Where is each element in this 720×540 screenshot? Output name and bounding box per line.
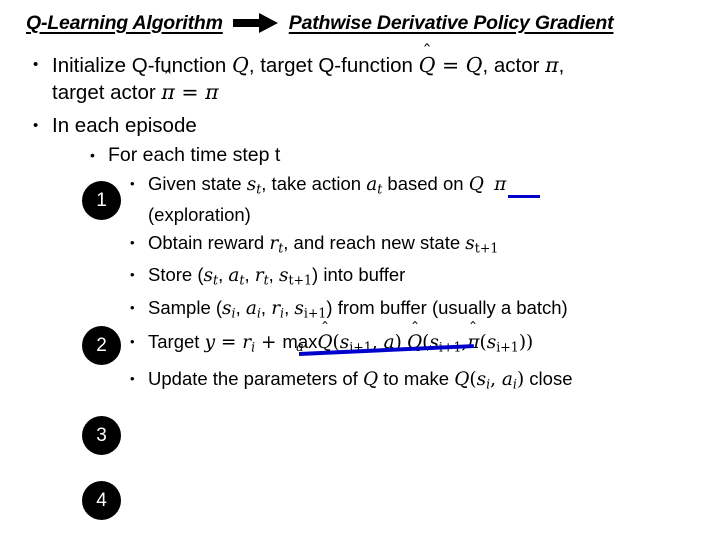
step-given-state-line2-text: (exploration) [148,203,251,225]
math-q2: Q [465,53,483,77]
title-left: Q-Learning Algorithm [26,11,223,34]
step-sample-buffer-text: Sample (si, ai, ri, si+1) from buffer (u… [148,296,568,321]
math-pi-hat: ˆπ [161,68,175,104]
step-circle-3-label: 3 [96,425,107,446]
struck-out-q: Q [468,174,484,195]
step-circle-2-label: 2 [96,335,107,356]
max-operator: max a [282,331,318,354]
step-update-parameters: • Update the parameters of Q to make Q(si… [0,366,720,397]
bullet-glyph: • [130,234,135,250]
bullet-glyph: • [130,370,135,386]
math-q-hat: ˆQ [418,41,436,77]
math-pi-hat-new: ˆπ [467,319,480,354]
right-arrow-icon [232,13,279,33]
replacement-pi: π [494,174,507,195]
bullet-initialize-text: Initialize Q-function Q, target Q-functi… [52,41,565,77]
bullet-initialize-line2-text: target actor ˆπ = π [52,68,219,104]
bullet-initialize-line2: target actor ˆπ = π [0,68,720,106]
step-update-parameters-text: Update the parameters of Q to make Q(si,… [148,367,573,392]
bullet-glyph: • [130,176,135,191]
step-store-buffer-text: Store (st, at, rt, st+1) into buffer [148,264,406,288]
step-obtain-reward-text: Obtain reward rt, and reach new state st… [148,231,499,256]
bullet-initialize: • Initialize Q-function Q, target Q-funct… [0,41,720,79]
step-given-state-text: Given state st, take action at based on … [148,173,507,197]
bullet-glyph: • [33,56,39,73]
step-circle-3[interactable]: 3 [82,416,121,455]
step-circle-1-label: 1 [96,190,107,211]
slide-title-row: Q-Learning Algorithm Pathwise Derivative… [26,8,696,38]
step-circle-1[interactable]: 1 [82,181,121,220]
math-pi: π [545,53,559,77]
blue-strike-q-line1 [508,195,540,198]
step-circle-4-label: 4 [96,490,107,511]
bullet-glyph: • [90,147,95,163]
bullet-glyph: • [130,334,135,350]
step-obtain-reward: • Obtain reward rt, and reach new state s… [0,230,720,261]
bullet-in-each-episode: • In each episode [0,113,720,139]
bullet-glyph: • [130,267,135,283]
step-sample-buffer: • Sample (si, ai, ri, si+1) from buffer (… [0,295,720,326]
step-circle-4[interactable]: 4 [82,481,121,520]
math-q-hat-new: ˆQ [407,319,423,354]
bullet-for-each-time-step-text: For each time step t [108,144,281,166]
math-q: Q [232,53,249,77]
step-target-text: Target y = ri + maxaˆQ(si+1, a) ˆQ(si+1,… [148,319,534,355]
bullet-glyph: • [130,299,135,315]
step-store-buffer: • Store (st, at, rt, st+1) into buffer [0,262,720,293]
bullet-glyph: • [33,117,39,134]
bullet-for-each-time-step: • For each time step t [0,142,720,168]
bullet-in-each-episode-text: In each episode [52,114,197,137]
step-circle-2[interactable]: 2 [82,326,121,365]
title-right: Pathwise Derivative Policy Gradient [288,11,614,34]
